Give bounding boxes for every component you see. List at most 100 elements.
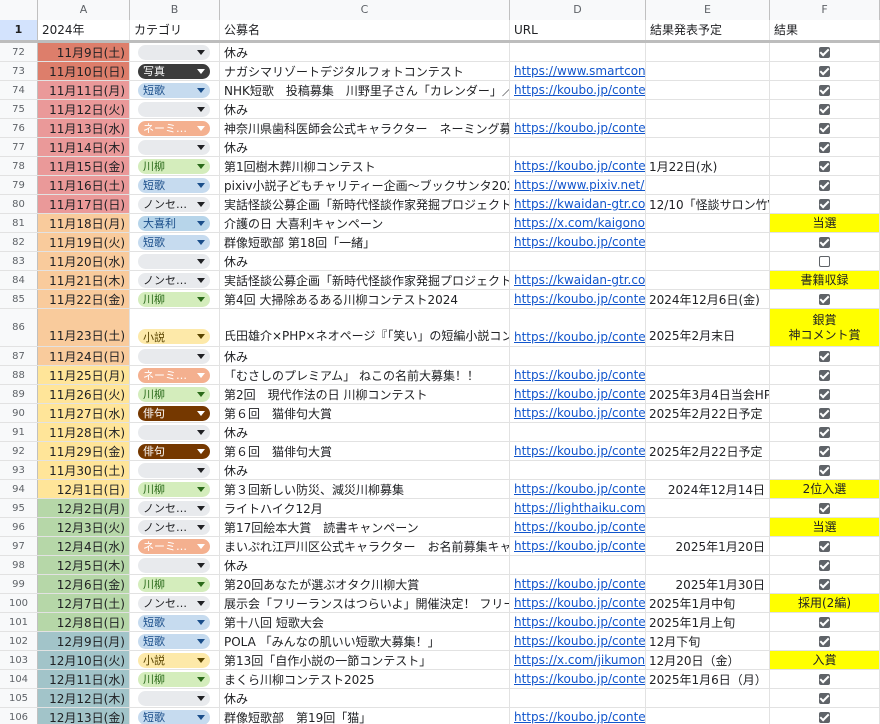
date-cell[interactable]: 12月6日(金) xyxy=(38,575,130,593)
result-cell[interactable] xyxy=(770,423,880,441)
result-cell[interactable] xyxy=(770,670,880,688)
category-dropdown-chip[interactable]: 俳句 xyxy=(138,443,210,459)
category-cell[interactable]: 俳句 xyxy=(130,442,220,460)
result-cell[interactable] xyxy=(770,100,880,118)
checkbox-checked-icon[interactable] xyxy=(819,160,830,172)
category-dropdown-chip[interactable]: 短歌 xyxy=(138,709,210,724)
title-cell[interactable]: 休み xyxy=(220,138,510,156)
result-cell[interactable]: 書籍収録 xyxy=(770,271,880,289)
category-dropdown-chip[interactable]: 俳句 xyxy=(138,405,210,421)
release-cell[interactable] xyxy=(646,138,770,156)
url-cell[interactable]: https://x.com/kaigonomira xyxy=(510,214,646,232)
dropdown-arrow-icon[interactable] xyxy=(197,410,205,416)
header-cell-year[interactable]: 2024年 xyxy=(38,20,130,40)
url-link[interactable]: https://koubo.jp/contest/2 xyxy=(514,330,645,344)
url-link[interactable]: https://koubo.jp/contest/2 xyxy=(514,539,645,553)
row-number[interactable]: 86 xyxy=(0,309,38,346)
category-dropdown-chip[interactable] xyxy=(138,101,210,117)
url-link[interactable]: https://koubo.jp/contest/2 xyxy=(514,387,645,401)
title-cell[interactable]: 「むさしのプレミアム」 ねこの名前大募集！！ xyxy=(220,366,510,384)
category-cell[interactable]: 川柳 xyxy=(130,480,220,498)
release-cell[interactable] xyxy=(646,499,770,517)
category-dropdown-chip[interactable]: ネーミ… xyxy=(138,367,210,383)
date-cell[interactable]: 11月26日(火) xyxy=(38,385,130,403)
url-link[interactable]: https://koubo.jp/contest/2 xyxy=(514,615,645,629)
url-cell[interactable] xyxy=(510,461,646,479)
row-number[interactable]: 75 xyxy=(0,100,38,118)
row-number[interactable]: 76 xyxy=(0,119,38,137)
checkbox-checked-icon[interactable] xyxy=(819,198,830,210)
category-dropdown-chip[interactable] xyxy=(138,424,210,440)
date-cell[interactable]: 11月20日(水) xyxy=(38,252,130,270)
row-number[interactable]: 84 xyxy=(0,271,38,289)
title-cell[interactable]: まいぷれ江戸川区公式キャラクター お名前募集キャ xyxy=(220,537,510,555)
result-cell[interactable] xyxy=(770,689,880,707)
dropdown-arrow-icon[interactable] xyxy=(197,353,205,359)
header-cell-category[interactable]: カテゴリ xyxy=(130,20,220,40)
title-cell[interactable]: 休み xyxy=(220,556,510,574)
result-cell[interactable] xyxy=(770,176,880,194)
title-cell[interactable]: 第６回 猫俳句大賞 xyxy=(220,404,510,422)
dropdown-arrow-icon[interactable] xyxy=(197,543,205,549)
checkbox-checked-icon[interactable] xyxy=(819,426,830,438)
row-number[interactable]: 101 xyxy=(0,613,38,631)
category-dropdown-chip[interactable]: ノンセ… xyxy=(138,519,210,535)
category-dropdown-chip[interactable]: ノンセ… xyxy=(138,595,210,611)
url-link[interactable]: https://www.pixiv.net/nove xyxy=(514,178,645,192)
checkbox-checked-icon[interactable] xyxy=(819,616,830,628)
category-dropdown-chip[interactable]: 大喜利 xyxy=(138,215,210,231)
release-cell[interactable]: 2025年1月上旬 xyxy=(646,613,770,631)
result-cell[interactable] xyxy=(770,632,880,650)
category-dropdown-chip[interactable]: 短歌 xyxy=(138,177,210,193)
url-link[interactable]: https://koubo.jp/contest/2 xyxy=(514,520,645,534)
category-dropdown-chip[interactable]: 短歌 xyxy=(138,82,210,98)
row-number[interactable]: 81 xyxy=(0,214,38,232)
url-cell[interactable] xyxy=(510,43,646,61)
result-cell[interactable] xyxy=(770,290,880,308)
title-cell[interactable]: 実話怪談公募企画「新時代怪談作家発掘プロジェクト xyxy=(220,195,510,213)
category-cell[interactable] xyxy=(130,347,220,365)
release-cell[interactable]: 2025年1月6日（月） xyxy=(646,670,770,688)
release-cell[interactable] xyxy=(646,62,770,80)
dropdown-arrow-icon[interactable] xyxy=(197,391,205,397)
checkbox-checked-icon[interactable] xyxy=(819,407,830,419)
result-cell[interactable] xyxy=(770,556,880,574)
url-cell[interactable] xyxy=(510,100,646,118)
category-cell[interactable]: ノンセ… xyxy=(130,594,220,612)
url-link[interactable]: https://koubo.jp/contest/2 xyxy=(514,121,645,135)
row-number[interactable]: 73 xyxy=(0,62,38,80)
checkbox-checked-icon[interactable] xyxy=(819,711,830,723)
result-cell[interactable] xyxy=(770,195,880,213)
result-cell[interactable] xyxy=(770,613,880,631)
column-header-a[interactable]: A xyxy=(38,0,130,20)
release-cell[interactable] xyxy=(646,100,770,118)
row-number[interactable]: 83 xyxy=(0,252,38,270)
row-number[interactable]: 88 xyxy=(0,366,38,384)
result-cell[interactable] xyxy=(770,575,880,593)
date-cell[interactable]: 11月23日(土) xyxy=(38,309,130,346)
title-cell[interactable]: 休み xyxy=(220,347,510,365)
url-link[interactable]: https://koubo.jp/contest/2 xyxy=(514,406,645,420)
row-number[interactable]: 72 xyxy=(0,43,38,61)
category-dropdown-chip[interactable]: 川柳 xyxy=(138,671,210,687)
url-cell[interactable]: https://koubo.jp/contest/2 xyxy=(510,290,646,308)
dropdown-arrow-icon[interactable] xyxy=(197,258,205,264)
date-cell[interactable]: 11月21日(木) xyxy=(38,271,130,289)
date-cell[interactable]: 11月11日(月) xyxy=(38,81,130,99)
result-cell[interactable]: 当選 xyxy=(770,518,880,536)
date-cell[interactable]: 11月17日(日) xyxy=(38,195,130,213)
url-cell[interactable] xyxy=(510,252,646,270)
url-cell[interactable]: https://koubo.jp/contest/2 xyxy=(510,309,646,346)
result-cell[interactable]: 採用(2編) xyxy=(770,594,880,612)
result-cell[interactable] xyxy=(770,461,880,479)
row-number[interactable]: 1 xyxy=(0,20,38,40)
dropdown-arrow-icon[interactable] xyxy=(197,676,205,682)
checkbox-checked-icon[interactable] xyxy=(819,369,830,381)
release-cell[interactable] xyxy=(646,233,770,251)
release-cell[interactable]: 12月20日（金） xyxy=(646,651,770,669)
url-link[interactable]: https://koubo.jp/contest/2 xyxy=(514,444,645,458)
category-cell[interactable] xyxy=(130,138,220,156)
date-cell[interactable]: 12月5日(木) xyxy=(38,556,130,574)
category-dropdown-chip[interactable] xyxy=(138,462,210,478)
row-number[interactable]: 80 xyxy=(0,195,38,213)
